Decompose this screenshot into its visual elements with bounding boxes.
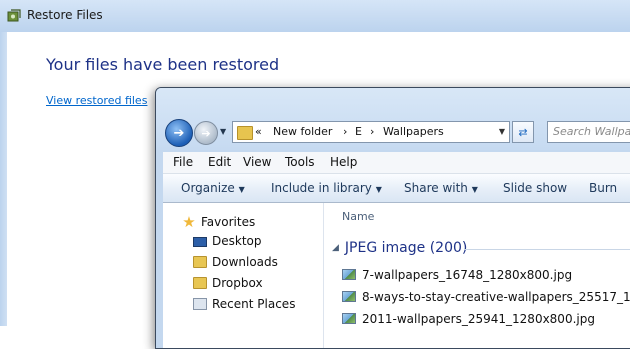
page-title: Your files have been restored bbox=[46, 55, 280, 74]
nav-item-recent-places[interactable]: Recent Places bbox=[193, 297, 295, 311]
menu-file[interactable]: File bbox=[173, 155, 193, 169]
burn-button[interactable]: Burn bbox=[589, 181, 617, 195]
image-file-icon bbox=[342, 291, 356, 302]
menu-bar: File Edit View Tools Help bbox=[163, 152, 630, 174]
breadcrumb-separator: › bbox=[370, 125, 375, 138]
nav-item-downloads[interactable]: Downloads bbox=[193, 255, 278, 269]
breadcrumb-new-folder[interactable]: New folder bbox=[273, 125, 332, 138]
image-file-icon bbox=[342, 313, 356, 324]
menu-help[interactable]: Help bbox=[330, 155, 357, 169]
include-in-library-button[interactable]: Include in library ▼ bbox=[271, 181, 382, 195]
organize-label: Organize bbox=[181, 181, 235, 195]
back-arrow-icon: ➔ bbox=[173, 125, 185, 141]
desktop-icon bbox=[193, 237, 207, 247]
refresh-button[interactable]: ⇄ bbox=[512, 121, 534, 143]
breadcrumb-separator: › bbox=[343, 125, 348, 138]
command-bar: Organize ▼ Include in library ▼ Share wi… bbox=[163, 174, 630, 203]
nav-item-label: Favorites bbox=[201, 215, 256, 229]
group-label: JPEG image (200) bbox=[344, 240, 468, 256]
organize-button[interactable]: Organize ▼ bbox=[181, 181, 245, 195]
view-restored-files-link[interactable]: View restored files bbox=[46, 94, 147, 107]
group-header[interactable]: ◢ JPEG image (200) bbox=[332, 240, 467, 256]
recent-places-icon bbox=[193, 298, 207, 310]
restore-icon bbox=[7, 9, 21, 22]
forward-arrow-icon: ➔ bbox=[201, 126, 211, 140]
star-icon: ★ bbox=[182, 213, 196, 231]
breadcrumb-e[interactable]: E bbox=[355, 125, 362, 138]
address-overflow-chevron[interactable]: « bbox=[255, 125, 262, 138]
list-item[interactable]: 8-ways-to-stay-creative-wallpapers_25517… bbox=[342, 290, 630, 304]
share-with-button[interactable]: Share with ▼ bbox=[404, 181, 478, 195]
menu-tools[interactable]: Tools bbox=[285, 155, 315, 169]
file-name: 8-ways-to-stay-creative-wallpapers_25517… bbox=[362, 290, 630, 304]
column-header-name[interactable]: Name bbox=[342, 210, 374, 223]
group-divider bbox=[464, 249, 630, 250]
nav-item-favorites[interactable]: ★ Favorites bbox=[181, 213, 255, 231]
file-name: 7-wallpapers_16748_1280x800.jpg bbox=[362, 268, 573, 282]
explorer-window: ➔ ➔ ▼ « New folder › E › Wallpapers ▼ ⇄ … bbox=[155, 87, 630, 349]
back-button[interactable]: ➔ bbox=[165, 119, 193, 147]
refresh-icon: ⇄ bbox=[518, 125, 528, 139]
nav-item-label: Desktop bbox=[212, 234, 262, 248]
address-bar[interactable]: « New folder › E › Wallpapers ▼ bbox=[232, 121, 510, 143]
breadcrumb-wallpapers[interactable]: Wallpapers bbox=[383, 125, 444, 138]
address-dropdown-icon[interactable]: ▼ bbox=[499, 127, 505, 136]
include-in-library-label: Include in library bbox=[271, 181, 372, 195]
chevron-down-icon: ▼ bbox=[238, 185, 245, 194]
share-with-label: Share with bbox=[404, 181, 468, 195]
nav-item-dropbox[interactable]: Dropbox bbox=[193, 276, 263, 290]
nav-item-label: Dropbox bbox=[212, 276, 263, 290]
chevron-down-icon: ▼ bbox=[375, 185, 382, 194]
folder-icon bbox=[193, 277, 207, 289]
file-list: Name ◢ JPEG image (200) 7-wallpapers_1674… bbox=[324, 203, 630, 348]
menu-view[interactable]: View bbox=[243, 155, 271, 169]
collapse-arrow-icon: ◢ bbox=[332, 243, 339, 253]
image-file-icon bbox=[342, 269, 356, 280]
chevron-down-icon: ▼ bbox=[471, 185, 478, 194]
folder-icon bbox=[237, 126, 253, 140]
nav-item-label: Downloads bbox=[212, 255, 278, 269]
nav-item-desktop[interactable]: Desktop bbox=[193, 234, 262, 248]
slide-show-button[interactable]: Slide show bbox=[503, 181, 567, 195]
recent-pages-dropdown-icon[interactable]: ▼ bbox=[220, 127, 226, 136]
search-input[interactable]: Search Wallpapers bbox=[547, 121, 630, 143]
navigation-pane: ★ Favorites Desktop Downloads Dropbox Rec… bbox=[163, 203, 324, 348]
menu-edit[interactable]: Edit bbox=[208, 155, 231, 169]
list-item[interactable]: 7-wallpapers_16748_1280x800.jpg bbox=[342, 268, 572, 282]
file-name: 2011-wallpapers_25941_1280x800.jpg bbox=[362, 312, 595, 326]
folder-icon bbox=[193, 256, 207, 268]
nav-item-label: Recent Places bbox=[212, 297, 296, 311]
window-frame bbox=[0, 32, 7, 326]
list-item[interactable]: 2011-wallpapers_25941_1280x800.jpg bbox=[342, 312, 595, 326]
restore-files-titlebar: Restore Files bbox=[0, 0, 630, 32]
window-title: Restore Files bbox=[27, 8, 103, 22]
forward-button[interactable]: ➔ bbox=[194, 121, 218, 145]
